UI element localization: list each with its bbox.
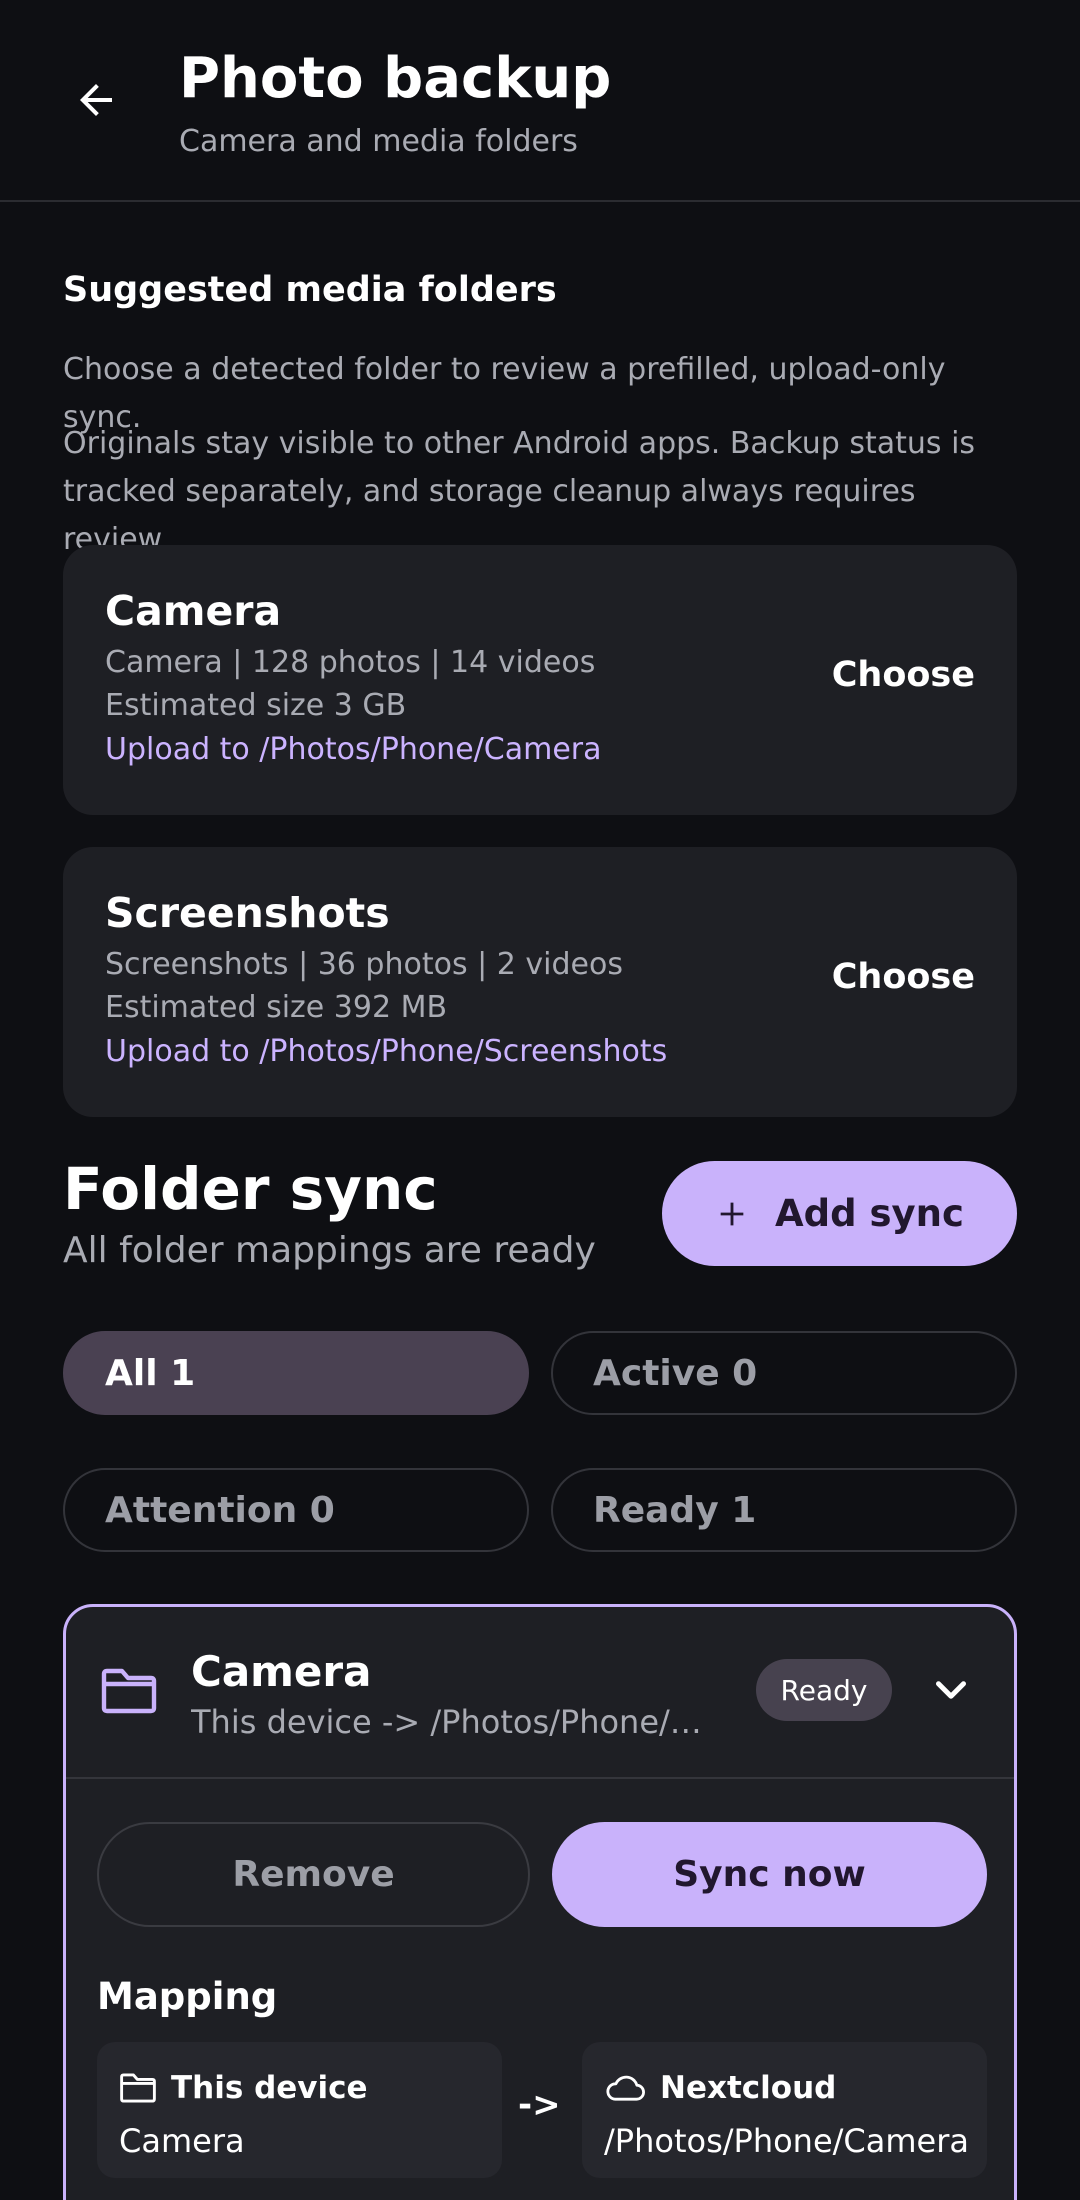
filter-chip-label: Active 0 bbox=[593, 1352, 758, 1394]
sync-card: Camera This device -> /Photos/Phone/Came… bbox=[63, 1604, 1017, 2200]
suggested-note: Originals stay visible to other Android … bbox=[63, 426, 976, 557]
filter-chip-label: Ready 1 bbox=[593, 1489, 757, 1531]
remove-button[interactable]: Remove bbox=[97, 1822, 530, 1927]
mapping-source: This device Camera bbox=[97, 2042, 502, 2178]
add-sync-label: Add sync bbox=[775, 1192, 964, 1235]
filter-chip-ready[interactable]: Ready 1 bbox=[551, 1468, 1017, 1552]
mapping-source-label: This device bbox=[171, 2070, 368, 2106]
filter-chip-label: Attention 0 bbox=[105, 1489, 335, 1531]
back-button[interactable] bbox=[60, 64, 132, 136]
mapping-destination-label: Nextcloud bbox=[660, 2070, 837, 2106]
folder-sync-title: Folder sync bbox=[63, 1155, 438, 1223]
filter-chip-label: All 1 bbox=[105, 1352, 196, 1394]
choose-button[interactable]: Choose bbox=[832, 655, 975, 695]
mapping-destination: Nextcloud /Photos/Phone/Camera bbox=[582, 2042, 987, 2178]
suggested-heading: Suggested media folders bbox=[63, 270, 557, 310]
collapse-button[interactable] bbox=[926, 1665, 976, 1715]
arrow-left-icon bbox=[80, 84, 112, 116]
add-sync-button[interactable]: Add sync bbox=[662, 1161, 1017, 1266]
suggested-card-camera[interactable]: Camera Camera | 128 photos | 14 videos E… bbox=[63, 545, 1017, 815]
card-divider bbox=[66, 1777, 1014, 1779]
sync-now-button[interactable]: Sync now bbox=[552, 1822, 987, 1927]
mapping-title: Mapping bbox=[97, 1975, 278, 2018]
folder-sync-subtitle: All folder mappings are ready bbox=[63, 1230, 596, 1271]
suggested-card-screenshots[interactable]: Screenshots Screenshots | 36 photos | 2 … bbox=[63, 847, 1017, 1117]
folder-icon bbox=[120, 2073, 156, 2103]
page-subtitle: Camera and media folders bbox=[179, 124, 578, 159]
choose-button[interactable]: Choose bbox=[832, 957, 975, 997]
sync-card-name: Camera bbox=[191, 1647, 372, 1696]
suggested-counts: Screenshots | 36 photos | 2 videos bbox=[105, 947, 623, 982]
cloud-icon bbox=[606, 2075, 645, 2101]
page-title: Photo backup bbox=[179, 46, 612, 111]
suggested-target: Upload to /Photos/Phone/Camera bbox=[105, 732, 602, 767]
suggested-name: Screenshots bbox=[105, 889, 390, 937]
suggested-target: Upload to /Photos/Phone/Screenshots bbox=[105, 1034, 668, 1069]
filter-chip-all[interactable]: All 1 bbox=[63, 1331, 529, 1415]
mapping-destination-value: /Photos/Phone/Camera bbox=[604, 2122, 969, 2160]
filter-chip-active[interactable]: Active 0 bbox=[551, 1331, 1017, 1415]
app-bar: Photo backup Camera and media folders bbox=[0, 0, 1080, 202]
suggested-name: Camera bbox=[105, 587, 282, 635]
suggested-size: Estimated size 392 MB bbox=[105, 990, 448, 1025]
folder-icon bbox=[101, 1668, 157, 1714]
chevron-down-icon bbox=[936, 1681, 966, 1699]
plus-icon bbox=[720, 1202, 744, 1225]
status-badge: Ready bbox=[756, 1659, 892, 1721]
mapping-arrow: -> bbox=[518, 2085, 561, 2125]
filter-chip-attention[interactable]: Attention 0 bbox=[63, 1468, 529, 1552]
mapping-source-value: Camera bbox=[119, 2122, 245, 2160]
sync-card-path: This device -> /Photos/Phone/Camera bbox=[191, 1703, 711, 1741]
suggested-size: Estimated size 3 GB bbox=[105, 688, 407, 723]
suggested-counts: Camera | 128 photos | 14 videos bbox=[105, 645, 596, 680]
